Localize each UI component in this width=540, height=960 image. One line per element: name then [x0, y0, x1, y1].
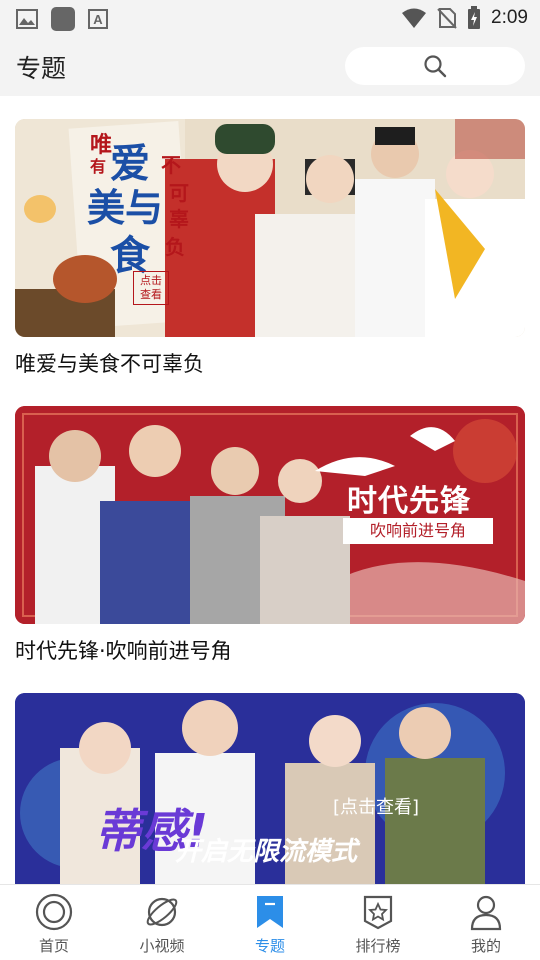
topic-card[interactable]: [点击查看] 蒂感! 开启无限流模式 — [15, 693, 525, 884]
star-badge-icon — [363, 895, 393, 930]
topic-list[interactable]: 唯 有 爱 美与 食 不 可 辜 负 点击查看 唯爱与美食不可辜负 时代先锋 吹… — [0, 96, 540, 884]
tab-topics[interactable]: 专题 — [216, 885, 324, 960]
tab-short-video[interactable]: 小视频 — [108, 885, 216, 960]
bottom-tab-bar: 首页 小视频 专题 排行榜 我的 — [0, 884, 540, 960]
banner-heading: 不 — [161, 153, 181, 177]
banner-tag: [点击查看] — [333, 797, 420, 818]
app-notification-icon — [51, 7, 75, 31]
bookmark-icon — [257, 896, 283, 928]
topic-card[interactable]: 唯 有 爱 美与 食 不 可 辜 负 点击查看 唯爱与美食不可辜负 — [15, 119, 525, 379]
topic-title: 时代先锋·吹响前进号角 — [15, 639, 232, 663]
banner-heading: 时代先锋 — [347, 484, 471, 519]
status-bar: A 2:09 — [0, 0, 540, 36]
font-notification-icon: A — [88, 9, 108, 29]
tab-ranking[interactable]: 排行榜 — [324, 885, 432, 960]
tab-label: 我的 — [470, 937, 501, 955]
search-button[interactable] — [345, 47, 525, 85]
tab-label: 首页 — [38, 937, 69, 955]
person-icon — [470, 895, 502, 931]
topic-title: 唯爱与美食不可辜负 — [15, 352, 204, 376]
tab-label: 专题 — [254, 937, 285, 955]
banner-heading: 可 — [169, 181, 189, 205]
topic-card[interactable]: 时代先锋 吹响前进号角 时代先锋·吹响前进号角 — [15, 406, 525, 666]
tab-profile[interactable]: 我的 — [432, 885, 540, 960]
wifi-icon — [402, 8, 427, 28]
banner-subheading: 开启无限流模式 — [175, 837, 358, 867]
topic-banner-image[interactable]: [点击查看] 蒂感! 开启无限流模式 — [15, 693, 525, 884]
topic-banner-image[interactable]: 时代先锋 吹响前进号角 — [15, 406, 525, 624]
topic-banner-image[interactable]: 唯 有 爱 美与 食 不 可 辜 负 点击查看 — [15, 119, 525, 337]
banner-heading: 辜 — [169, 207, 189, 231]
no-sim-icon — [437, 8, 457, 29]
banner-heading: 有 — [90, 157, 107, 176]
app-header: 专题 — [0, 36, 540, 96]
page-title: 专题 — [16, 54, 67, 83]
banner-badge: 点击查看 — [133, 271, 169, 305]
tab-label: 小视频 — [139, 937, 185, 955]
banner-heading: 负 — [165, 235, 185, 259]
tab-home[interactable]: 首页 — [0, 885, 108, 960]
planet-icon — [146, 897, 178, 927]
search-icon — [424, 55, 447, 78]
gallery-notification-icon — [16, 9, 38, 29]
svg-text:A: A — [93, 12, 103, 27]
banner-subheading: 吹响前进号角 — [343, 518, 493, 544]
tab-label: 排行榜 — [355, 937, 401, 955]
battery-charging-icon — [468, 6, 481, 29]
clock: 2:09 — [491, 7, 528, 28]
home-icon — [35, 893, 73, 931]
